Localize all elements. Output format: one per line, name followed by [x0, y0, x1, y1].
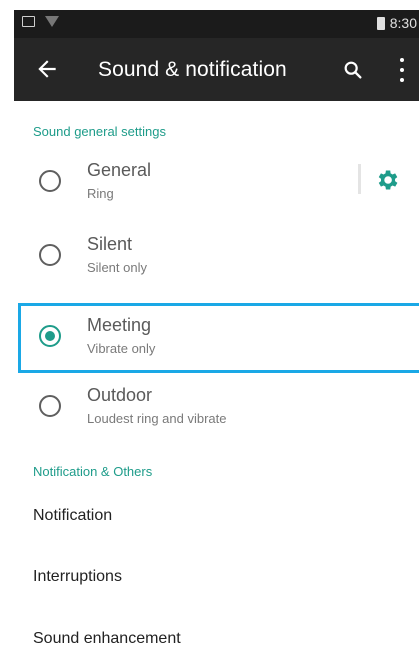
notification-item[interactable]: Notification — [33, 507, 112, 525]
profile-outdoor[interactable]: Outdoor Loudest ring and vibrate — [18, 373, 419, 441]
profile-subtitle: Loudest ring and vibrate — [87, 411, 227, 426]
radio-button[interactable] — [39, 170, 61, 192]
section-header-notification: Notification & Others — [33, 464, 153, 479]
page-title: Sound & notification — [98, 58, 287, 81]
profile-silent[interactable]: Silent Silent only — [18, 222, 419, 290]
profile-title: General — [87, 160, 152, 180]
search-icon[interactable] — [342, 59, 364, 81]
sound-enhancement-item[interactable]: Sound enhancement — [33, 630, 181, 648]
divider — [358, 164, 361, 194]
back-arrow-icon[interactable] — [34, 56, 60, 82]
status-bar: 8:30 — [14, 10, 419, 38]
section-header-sound: Sound general settings — [33, 124, 166, 139]
profile-title: Outdoor — [87, 385, 153, 405]
gear-icon[interactable] — [374, 167, 400, 193]
profile-subtitle: Ring — [87, 186, 114, 201]
interruptions-item[interactable]: Interruptions — [33, 568, 122, 586]
status-time: 8:30 — [389, 15, 417, 31]
profile-title: Silent — [87, 234, 133, 254]
profile-subtitle: Silent only — [87, 260, 147, 275]
app-toolbar: Sound & notification — [14, 38, 419, 101]
profile-subtitle: Vibrate only — [87, 341, 156, 356]
wifi-icon — [45, 16, 59, 27]
battery-icon — [376, 16, 385, 30]
radio-button[interactable] — [39, 395, 61, 417]
radio-button[interactable] — [39, 244, 61, 266]
profile-meeting[interactable]: Meeting Vibrate only — [18, 303, 419, 373]
more-options-icon[interactable] — [397, 58, 407, 82]
notification-image-icon — [22, 16, 35, 27]
profile-title: Meeting — [87, 315, 152, 335]
radio-button-selected[interactable] — [39, 325, 61, 347]
